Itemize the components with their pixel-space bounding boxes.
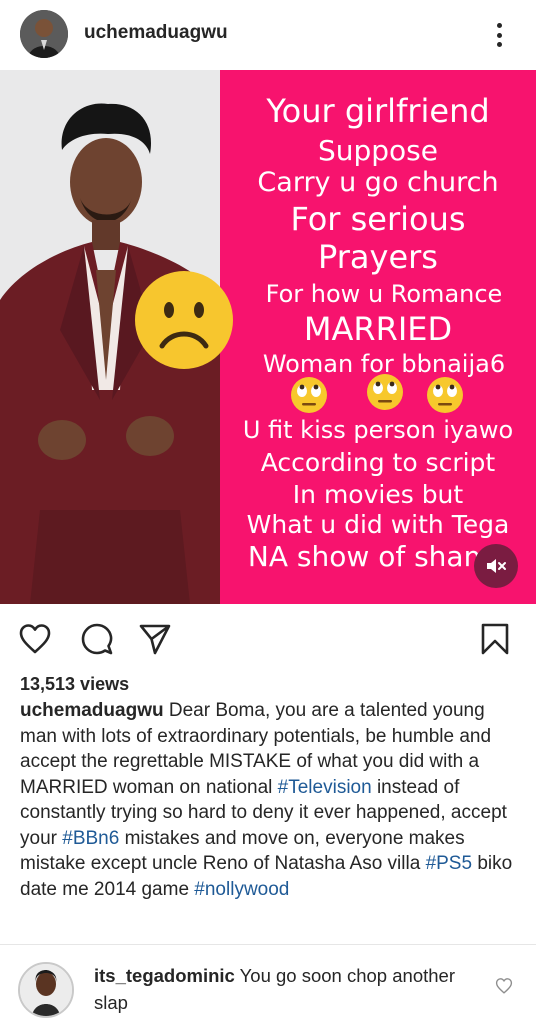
quote-line: For serious	[290, 200, 466, 238]
more-options-icon[interactable]	[489, 20, 509, 50]
hashtag-link[interactable]: #BBn6	[62, 828, 119, 849]
view-count[interactable]: 13,513 views	[20, 674, 129, 695]
quote-line: According to script	[260, 448, 496, 477]
sad-face-emoji-icon	[135, 271, 233, 369]
comment: its_tegadominic You go soon chop another…	[94, 962, 474, 1016]
quote-line: Prayers	[318, 238, 438, 276]
post-header: uchemaduagwu	[0, 0, 536, 70]
caption-username[interactable]: uchemaduagwu	[20, 700, 164, 721]
quote-line: For how u Romance	[265, 280, 503, 308]
comment-like-heart-icon[interactable]	[495, 977, 513, 995]
bookmark-icon[interactable]	[478, 622, 512, 656]
quote-panel: Your girlfriend Suppose Carry u go churc…	[220, 70, 536, 604]
audio-muted-icon[interactable]	[474, 544, 518, 588]
quote-line: MARRIED	[303, 310, 453, 348]
eye-roll-emoji-icon	[427, 377, 463, 413]
hashtag-link[interactable]: #nollywood	[194, 879, 289, 900]
hashtag-link[interactable]: #PS5	[426, 853, 472, 874]
divider	[0, 944, 536, 945]
commenter-avatar[interactable]	[18, 962, 74, 1018]
post-username[interactable]: uchemaduagwu	[84, 22, 228, 44]
heart-icon[interactable]	[18, 622, 52, 656]
quote-line: In movies but	[292, 480, 464, 509]
quote-line: U fit kiss person iyawo	[242, 416, 514, 444]
quote-line: Suppose	[317, 134, 438, 167]
eye-roll-emoji-icon	[367, 374, 403, 410]
comment-icon[interactable]	[80, 622, 114, 656]
profile-avatar[interactable]	[20, 10, 68, 58]
eye-roll-emoji-icon	[291, 377, 327, 413]
quote-line: What u did with Tega	[246, 510, 510, 539]
post-caption: uchemaduagwu Dear Boma, you are a talent…	[20, 698, 522, 902]
action-bar	[0, 604, 536, 670]
quote-line: Your girlfriend	[266, 92, 490, 130]
post-media[interactable]: Your girlfriend Suppose Carry u go churc…	[0, 70, 536, 604]
commenter-username[interactable]: its_tegadominic	[94, 965, 235, 986]
quote-line: Carry u go church	[257, 167, 499, 198]
share-icon[interactable]	[138, 622, 172, 656]
hashtag-link[interactable]: #Television	[278, 777, 372, 798]
